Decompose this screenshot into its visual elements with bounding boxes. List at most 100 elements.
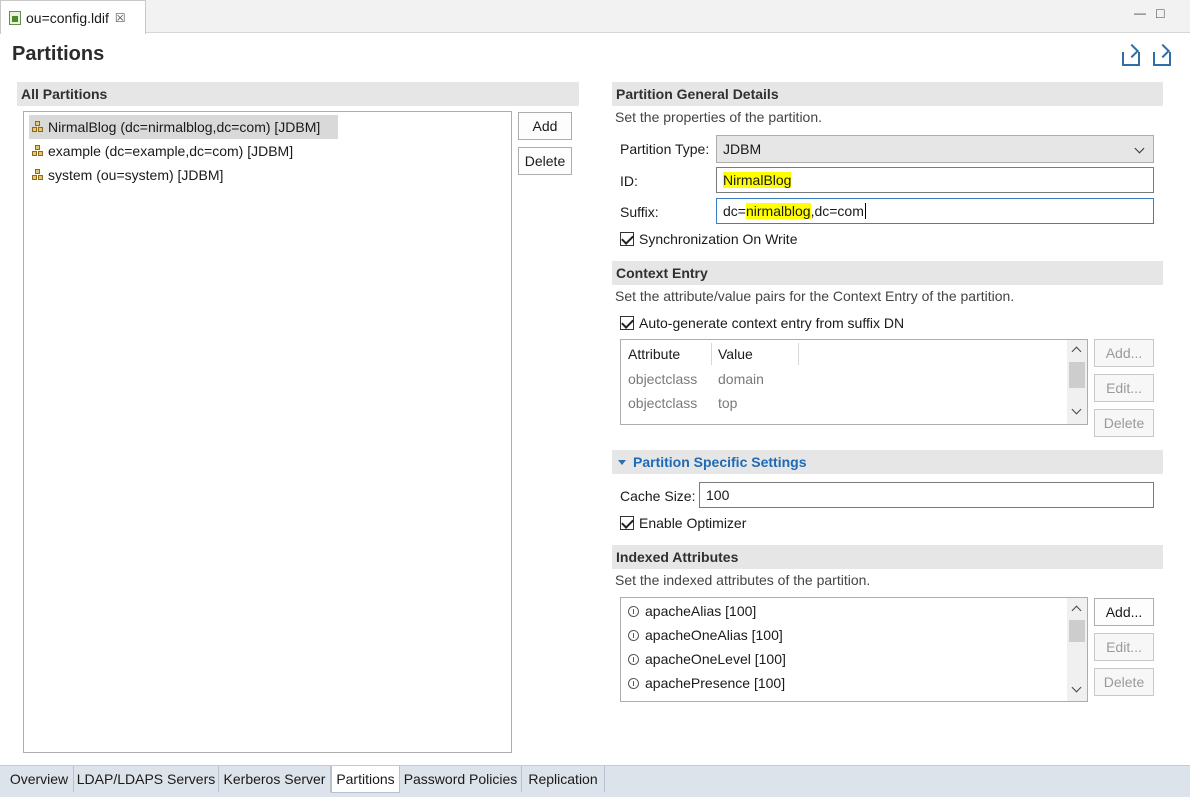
- list-item[interactable]: example (dc=example,dc=com) [JDBM]: [29, 139, 311, 163]
- scroll-thumb[interactable]: [1069, 620, 1085, 642]
- add-partition-button[interactable]: Add: [518, 112, 572, 140]
- general-details-header: Partition General Details: [612, 82, 1163, 106]
- id-value: NirmalBlog: [723, 172, 792, 188]
- tab-overview[interactable]: Overview: [5, 766, 74, 792]
- checkbox-icon: [620, 516, 634, 530]
- partition-icon: [32, 121, 44, 133]
- suffix-prefix: dc=: [723, 203, 746, 219]
- import-icon[interactable]: [1122, 52, 1140, 66]
- enable-optimizer-checkbox[interactable]: Enable Optimizer: [620, 515, 746, 531]
- partition-icon: [32, 145, 44, 157]
- scroll-thumb[interactable]: [1069, 362, 1085, 388]
- partition-specific-settings-label: Partition Specific Settings: [633, 454, 807, 470]
- suffix-field[interactable]: dc= nirmalblog ,dc=com: [716, 198, 1154, 224]
- column-divider[interactable]: [711, 343, 712, 365]
- minimize-icon[interactable]: —: [1134, 6, 1146, 20]
- scroll-down-icon[interactable]: [1071, 682, 1082, 693]
- indexed-attributes-list[interactable]: apacheAlias [100] apacheOneAlias [100] a…: [620, 597, 1088, 702]
- partition-label: example (dc=example,dc=com) [JDBM]: [48, 143, 294, 159]
- scroll-down-icon[interactable]: [1071, 404, 1082, 415]
- indexed-list-scrollbar[interactable]: [1067, 598, 1087, 701]
- partition-list[interactable]: NirmalBlog (dc=nirmalblog,dc=com) [JDBM]…: [23, 111, 512, 753]
- indexed-attribute-label: apacheOneAlias [100]: [645, 627, 783, 643]
- autogen-label: Auto-generate context entry from suffix …: [639, 315, 905, 331]
- enable-optimizer-label: Enable Optimizer: [639, 515, 747, 531]
- id-label: ID:: [620, 173, 638, 189]
- context-table-scrollbar[interactable]: [1067, 340, 1087, 424]
- ldif-file-icon: [9, 10, 21, 25]
- editor-tab-strip: ou=config.ldif ☒ — □: [0, 0, 1190, 34]
- tab-kerberos-server[interactable]: Kerberos Server: [219, 766, 331, 792]
- cache-size-field[interactable]: 100: [699, 482, 1154, 508]
- context-add-button[interactable]: Add...: [1094, 339, 1154, 367]
- general-details-description: Set the properties of the partition.: [615, 109, 823, 125]
- indexed-edit-button[interactable]: Edit...: [1094, 633, 1154, 661]
- indexed-attributes-description: Set the indexed attributes of the partit…: [615, 572, 871, 588]
- list-item[interactable]: apacheOneLevel [100]: [628, 651, 786, 667]
- export-icon[interactable]: [1153, 52, 1171, 66]
- indexed-attribute-label: apacheAlias [100]: [645, 603, 757, 619]
- cache-size-label: Cache Size:: [620, 488, 696, 504]
- partition-specific-settings-toggle[interactable]: Partition Specific Settings: [612, 450, 1163, 474]
- partition-label: system (ou=system) [JDBM]: [48, 167, 224, 183]
- checkbox-icon: [620, 316, 634, 330]
- tab-replication[interactable]: Replication: [522, 766, 605, 792]
- partition-label: NirmalBlog (dc=nirmalblog,dc=com) [JDBM]: [48, 119, 321, 135]
- list-item[interactable]: NirmalBlog (dc=nirmalblog,dc=com) [JDBM]: [29, 115, 339, 139]
- list-item[interactable]: apacheAlias [100]: [628, 603, 756, 619]
- context-entry-description: Set the attribute/value pairs for the Co…: [615, 288, 1015, 304]
- index-attribute-icon: [628, 677, 639, 689]
- column-header-value[interactable]: Value: [718, 346, 753, 362]
- partition-type-select[interactable]: JDBM: [716, 135, 1154, 163]
- page-title: Partitions: [12, 43, 105, 65]
- list-item[interactable]: apacheOneAlias [100]: [628, 627, 783, 643]
- autogen-checkbox[interactable]: Auto-generate context entry from suffix …: [620, 315, 904, 331]
- table-cell-value[interactable]: domain: [718, 371, 764, 387]
- close-icon[interactable]: ☒: [115, 11, 126, 25]
- context-entry-table[interactable]: Attribute Value objectclass domain objec…: [620, 339, 1088, 425]
- suffix-rest: ,dc=com: [810, 203, 864, 219]
- table-cell-attribute[interactable]: objectclass: [628, 395, 697, 411]
- indexed-delete-button[interactable]: Delete: [1094, 668, 1154, 696]
- editor-tab-title: ou=config.ldif: [26, 9, 109, 26]
- cache-size-value: 100: [706, 487, 730, 503]
- delete-partition-button[interactable]: Delete: [518, 147, 572, 175]
- id-field[interactable]: NirmalBlog: [716, 167, 1154, 193]
- chevron-down-icon: [1134, 143, 1145, 154]
- index-attribute-icon: [628, 653, 639, 665]
- suffix-label: Suffix:: [620, 204, 659, 220]
- tab-password-policies[interactable]: Password Policies: [400, 766, 522, 792]
- indexed-attribute-label: apachePresence [100]: [645, 675, 786, 691]
- system-partition-icon: [32, 169, 44, 181]
- maximize-icon[interactable]: □: [1156, 5, 1164, 21]
- indexed-add-button[interactable]: Add...: [1094, 598, 1154, 626]
- list-item[interactable]: system (ou=system) [JDBM]: [29, 163, 241, 187]
- index-attribute-icon: [628, 605, 639, 617]
- index-attribute-icon: [628, 629, 639, 641]
- partition-type-label: Partition Type:: [620, 141, 710, 157]
- text-cursor: [864, 203, 866, 219]
- context-delete-button[interactable]: Delete: [1094, 409, 1154, 437]
- context-entry-header: Context Entry: [612, 261, 1163, 285]
- expand-triangle-icon: [618, 459, 626, 465]
- column-divider[interactable]: [798, 343, 799, 365]
- scroll-up-icon[interactable]: [1071, 346, 1082, 357]
- scroll-up-icon[interactable]: [1071, 605, 1082, 616]
- tab-partitions[interactable]: Partitions: [331, 766, 400, 793]
- checkbox-icon: [620, 232, 634, 246]
- partition-type-value: JDBM: [723, 141, 762, 157]
- editor-tab[interactable]: ou=config.ldif ☒: [0, 0, 146, 34]
- column-header-attribute[interactable]: Attribute: [628, 346, 680, 362]
- context-edit-button[interactable]: Edit...: [1094, 374, 1154, 402]
- sync-on-write-checkbox[interactable]: Synchronization On Write: [620, 231, 797, 247]
- indexed-attribute-label: apacheOneLevel [100]: [645, 651, 786, 667]
- list-item[interactable]: apachePresence [100]: [628, 675, 785, 691]
- table-cell-attribute[interactable]: objectclass: [628, 371, 697, 387]
- sync-on-write-label: Synchronization On Write: [639, 231, 798, 247]
- tab-ldap-ldaps-servers[interactable]: LDAP/LDAPS Servers: [74, 766, 219, 792]
- all-partitions-header: All Partitions: [17, 82, 579, 106]
- suffix-highlight: nirmalblog: [745, 203, 811, 219]
- page-tab-bar: Overview LDAP/LDAPS Servers Kerberos Ser…: [0, 765, 1190, 797]
- indexed-attributes-header: Indexed Attributes: [612, 545, 1163, 569]
- table-cell-value[interactable]: top: [718, 395, 737, 411]
